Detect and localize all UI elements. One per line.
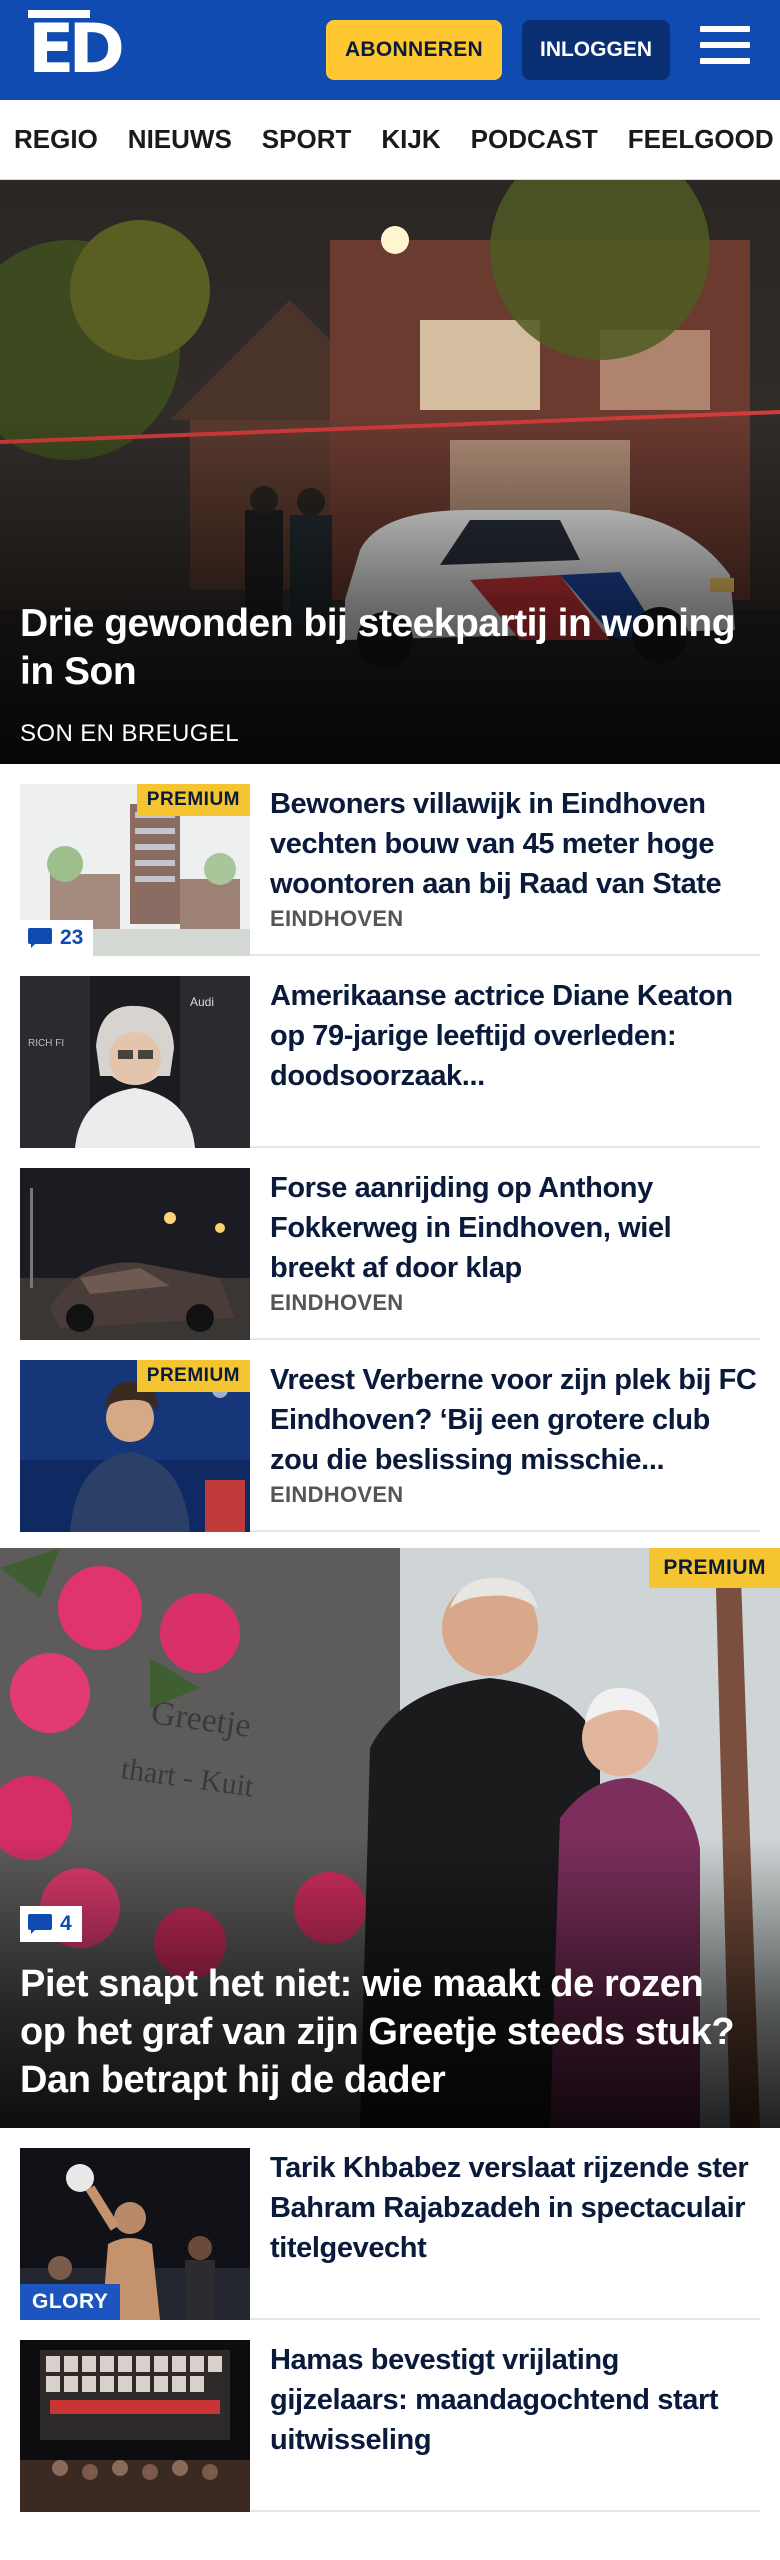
nav-item-sport[interactable]: SPORT — [262, 124, 352, 155]
nav-item-kijk[interactable]: KIJK — [381, 124, 440, 155]
article-thumbnail: Audi RICH FI — [20, 976, 250, 1148]
article-thumbnail: PREMIUM 23 — [20, 784, 250, 956]
article-list-2: GLORY Tarik Khbabez verslaat rijzende st… — [0, 2128, 780, 2512]
premium-badge: PREMIUM — [136, 1360, 250, 1392]
comment-icon — [28, 1914, 52, 1934]
category-badge: GLORY — [20, 2284, 121, 2320]
article-title[interactable]: Vreest Verberne voor zijn plek bij FC Ei… — [270, 1360, 760, 1480]
article-title[interactable]: Forse aanrijding op Anthony Fokkerweg in… — [270, 1168, 760, 1288]
hero-title[interactable]: Drie gewonden bij steekpartij in woning … — [20, 600, 740, 696]
feature-title[interactable]: Piet snapt het niet: wie maakt de rozen … — [20, 1960, 750, 2104]
svg-text:RICH FI: RICH FI — [28, 1038, 64, 1049]
comment-count: 4 — [60, 1912, 72, 1935]
list-item[interactable]: PREMIUM Vreest Verberne voor zijn plek b… — [20, 1340, 760, 1532]
list-item[interactable]: GLORY Tarik Khbabez verslaat rijzende st… — [20, 2128, 760, 2320]
nav-item-regio[interactable]: REGIO — [14, 124, 98, 155]
section-nav: REGIO NIEUWS SPORT KIJK PODCAST FEELGOOD — [0, 100, 780, 180]
list-item[interactable]: PREMIUM 23 Bewoners villawijk in Eindhov… — [20, 764, 760, 956]
article-thumbnail — [20, 1168, 250, 1340]
article-list: PREMIUM 23 Bewoners villawijk in Eindhov… — [0, 764, 780, 1532]
article-thumbnail: PREMIUM — [20, 1360, 250, 1532]
premium-badge: PREMIUM — [649, 1548, 780, 1588]
article-location: EINDHOVEN — [270, 1482, 404, 1507]
article-title[interactable]: Hamas bevestigt vrijlating gijzelaars: m… — [270, 2340, 760, 2460]
comments-badge[interactable]: 23 — [20, 920, 94, 956]
article-thumbnail: GLORY — [20, 2148, 250, 2320]
nav-item-podcast[interactable]: PODCAST — [471, 124, 598, 155]
svg-text:Audi: Audi — [190, 995, 214, 1009]
list-item[interactable]: Forse aanrijding op Anthony Fokkerweg in… — [20, 1148, 760, 1340]
site-header: ED ABONNEREN INLOGGEN — [0, 0, 780, 100]
premium-badge: PREMIUM — [136, 784, 250, 816]
hero-location: SON EN BREUGEL — [20, 720, 239, 747]
comment-count: 23 — [60, 926, 84, 949]
nav-item-feelgood[interactable]: FEELGOOD — [628, 124, 774, 155]
list-item[interactable]: Audi RICH FI Amerikaanse actrice Diane K… — [20, 956, 760, 1148]
feature-article[interactable]: Greetje thart - Kuit PREMIUM 4 Piet snap… — [0, 1548, 780, 2128]
list-item[interactable]: Hamas bevestigt vrijlating gijzelaars: m… — [20, 2320, 760, 2512]
article-title[interactable]: Amerikaanse actrice Diane Keaton op 79-j… — [270, 976, 760, 1096]
logo[interactable]: ED — [28, 10, 125, 84]
subscribe-button[interactable]: ABONNEREN — [326, 20, 502, 80]
article-title[interactable]: Bewoners villawijk in Eindhoven vechten … — [270, 784, 760, 904]
nav-item-nieuws[interactable]: NIEUWS — [128, 124, 232, 155]
article-thumbnail — [20, 2340, 250, 2512]
login-button[interactable]: INLOGGEN — [522, 20, 670, 80]
hero-article[interactable]: Drie gewonden bij steekpartij in woning … — [0, 180, 780, 764]
article-location: EINDHOVEN — [270, 1290, 404, 1315]
article-location: EINDHOVEN — [270, 906, 404, 931]
menu-icon[interactable] — [700, 26, 750, 70]
comment-icon — [28, 928, 52, 948]
article-title[interactable]: Tarik Khbabez verslaat rijzende ster Bah… — [270, 2148, 760, 2268]
comments-badge[interactable]: 4 — [20, 1906, 82, 1942]
